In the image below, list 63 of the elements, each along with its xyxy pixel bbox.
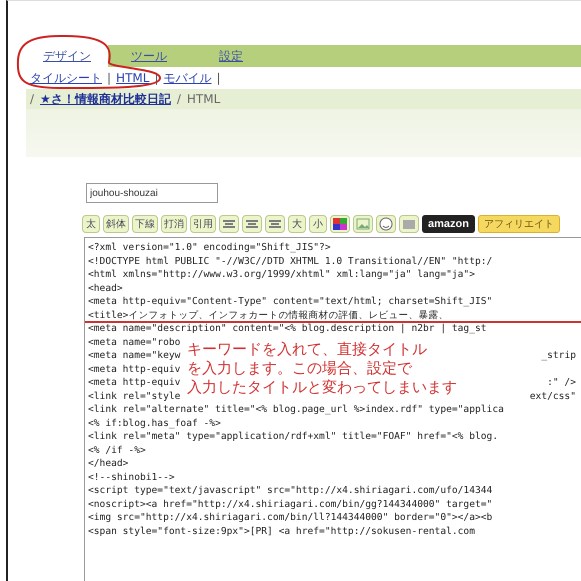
annotation-text: を入力します。この場合、設定で — [187, 359, 414, 378]
code-line: <link rel="alternate" title="<% blog.page_url %>index.rdf" type="applica — [88, 403, 504, 416]
separator-text: / — [30, 92, 34, 106]
code-line: ext/css" — [530, 390, 577, 403]
annotation-text: 入力したタイトルと変わってしまいます — [187, 378, 458, 397]
subnav-link[interactable]: モバイル — [164, 70, 212, 86]
subnav-link[interactable]: タイルシート — [30, 70, 102, 86]
image-icon — [356, 218, 370, 230]
separator-text: / — [176, 92, 181, 106]
code-line: <head> — [88, 282, 123, 295]
amazon-button[interactable]: amazon — [422, 215, 475, 233]
breadcrumb-link[interactable]: ★さ！情報商材比較日記 — [40, 90, 171, 108]
code-line: <!--shinobi1--> — [88, 470, 175, 484]
code-line: <noscript><a href="http://x4.shiriagari.com/bin/gg?144344000" target=" — [88, 498, 492, 511]
separator-text: | — [107, 71, 112, 85]
annotation-text: キーワードを入れて、直接タイトル — [187, 340, 428, 359]
align-icon — [268, 219, 282, 229]
input-field[interactable]: jouhou-shouzai — [86, 183, 218, 203]
code-line: <?xml version="1.0" encoding="Shift_JIS"?> — [88, 241, 331, 254]
align-button[interactable] — [219, 215, 239, 233]
format-button[interactable]: 大 — [288, 215, 306, 233]
separator-text: | — [216, 71, 221, 85]
code-line: <span style="font-size:9px">[PR] <a href="http://sokusen-rental.com — [88, 524, 475, 538]
code-line: <% /if -%> — [88, 444, 146, 457]
format-button[interactable]: 引用 — [190, 215, 216, 233]
format-button[interactable]: 斜体 — [103, 215, 129, 233]
affiliate-button[interactable]: アフィリエイト — [478, 215, 560, 233]
folder-icon — [402, 218, 416, 230]
code-line: <meta name="robo — [88, 336, 180, 349]
align-button[interactable] — [265, 215, 285, 233]
tab[interactable]: デザイン — [26, 45, 108, 67]
format-button[interactable]: 下線 — [132, 215, 158, 233]
tab[interactable]: ツール — [108, 45, 190, 67]
emoji-button[interactable] — [376, 215, 396, 233]
code-line: <!DOCTYPE html PUBLIC "-//W3C//DTD XHTML 1.0 Transitional//EN" "http:/ — [88, 254, 492, 268]
code-line: <html xmlns="http://www.w3.org/1999/xhtml" xml:lang="ja" lang="ja"> — [88, 268, 475, 282]
code-line: <% if:blog.has_foaf -%> — [88, 416, 221, 430]
smiley-icon — [379, 217, 393, 231]
tab[interactable]: 設定 — [190, 45, 272, 67]
subnav-link[interactable]: HTML — [116, 71, 150, 85]
palette-icon — [333, 218, 347, 230]
code-line: <meta name="description" content="<% blog.description | n2br | tag_st — [88, 322, 487, 336]
code-line: <link rel="style — [88, 390, 180, 403]
code-line: <meta name="keyw — [88, 349, 180, 362]
color-button[interactable] — [330, 215, 350, 233]
code-line: _strip — [541, 349, 577, 362]
code-line: <link rel="meta" type="application/rdf+xml" title="FOAF" href="<% blog. — [88, 430, 498, 444]
breadcrumb-current: HTML — [186, 92, 220, 106]
code-line: </head> — [88, 457, 128, 470]
code-line: <meta http-equiv="Content-Type" content="text/html; charset=Shift_JIS" — [88, 295, 492, 308]
align-icon — [245, 219, 259, 229]
format-button[interactable]: 打消 — [161, 215, 187, 233]
code-editor[interactable] — [84, 237, 581, 581]
align-button[interactable] — [242, 215, 262, 233]
code-line: <meta http-equiv — [88, 362, 180, 376]
code-line: <script type="text/javascript" src="http://x4.shiriagari.com/ufo/14344 — [88, 484, 492, 498]
code-line: <title>インフォトップ、インフォカートの情報商材の評価、レビュー、暴露、 — [88, 308, 448, 322]
align-icon — [222, 219, 236, 229]
code-line: :" /> — [547, 376, 577, 390]
code-line: <img src="http://x4.shiriagari.com/bin/ll?144344000" border="0"></a><b — [88, 511, 492, 524]
format-button[interactable]: 小 — [309, 215, 327, 233]
code-line: <meta http-equiv — [88, 376, 180, 390]
format-button[interactable]: 太 — [82, 215, 100, 233]
